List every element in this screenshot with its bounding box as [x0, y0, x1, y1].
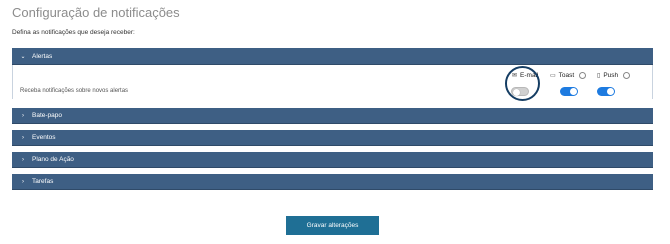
info-icon[interactable] [623, 72, 631, 79]
section-body-alertas: Receba notificações sobre novos alertas … [12, 65, 653, 99]
chevron-right-icon: › [22, 156, 24, 163]
section-header-alertas[interactable]: ⌄ Alertas [12, 48, 653, 65]
info-icon[interactable] [579, 72, 587, 79]
section-header-plano-de-acao[interactable]: › Plano de Ação [12, 152, 653, 168]
push-toggle[interactable] [597, 87, 615, 96]
chevron-down-icon: ⌄ [20, 53, 26, 60]
chevron-right-icon: › [22, 112, 24, 119]
alertas-description: Receba notificações sobre novos alertas [20, 88, 129, 94]
chevron-right-icon: › [22, 134, 24, 141]
toast-toggle[interactable] [560, 87, 578, 96]
section-label: Plano de Ação [32, 156, 74, 163]
section-header-tarefas[interactable]: › Tarefas [12, 174, 653, 190]
section-header-bate-papo[interactable]: › Bate-papo [12, 108, 653, 124]
save-button[interactable]: Gravar alterações [286, 216, 379, 235]
phone-icon: ▯ [597, 73, 601, 79]
section-label: Alertas [32, 52, 53, 60]
monitor-icon: ▭ [550, 73, 556, 79]
page-subtitle: Defina as notificações que deseja recebe… [12, 29, 135, 36]
section-label: Tarefas [32, 178, 54, 185]
section-label: Bate-papo [32, 112, 62, 119]
section-header-eventos[interactable]: › Eventos [12, 130, 653, 146]
toast-option-label: ▭ Toast [550, 72, 587, 79]
toast-label: Toast [558, 72, 575, 79]
email-highlight-circle [505, 66, 540, 101]
push-option-label: ▯ Push [597, 72, 631, 79]
page-title: Configuração de notificações [12, 5, 180, 20]
section-label: Eventos [32, 134, 56, 141]
chevron-right-icon: › [22, 178, 24, 185]
push-label: Push [603, 72, 619, 79]
